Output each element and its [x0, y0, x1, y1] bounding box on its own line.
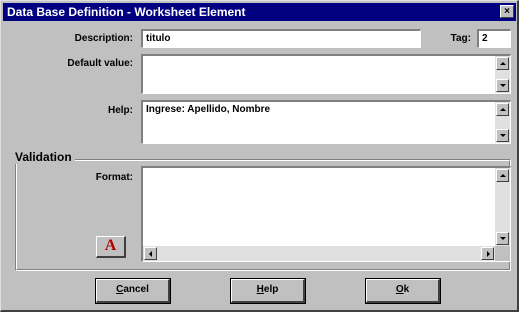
window-title: Data Base Definition - Worksheet Element	[7, 5, 246, 19]
help-input[interactable]: Ingrese: Apellido, Nombre	[141, 100, 511, 144]
font-icon: A	[104, 237, 117, 254]
scroll-down-button[interactable]	[496, 232, 509, 245]
help-button-label: elp	[263, 284, 279, 295]
ok-button-mnemonic: O	[395, 284, 404, 295]
close-button[interactable]: ×	[500, 5, 514, 18]
scroll-left-button[interactable]	[144, 247, 157, 260]
arrow-up-icon	[500, 62, 506, 65]
format-label: Format:	[95, 172, 133, 183]
arrow-down-icon	[500, 237, 506, 240]
help-scrollbar[interactable]	[495, 102, 510, 143]
scroll-up-button[interactable]	[496, 57, 509, 70]
tag-input[interactable]: 2	[477, 29, 511, 48]
format-vertical-scrollbar[interactable]	[495, 168, 510, 246]
help-text: Ingrese: Apellido, Nombre	[146, 104, 271, 115]
dialog-window: Data Base Definition - Worksheet Element…	[0, 0, 519, 312]
ok-button-label: k	[403, 284, 410, 295]
help-label: Help:	[108, 105, 133, 116]
scroll-down-button[interactable]	[496, 79, 509, 92]
font-button[interactable]: A	[96, 236, 126, 258]
scroll-right-button[interactable]	[481, 247, 494, 260]
default-value-input[interactable]	[141, 54, 511, 94]
arrow-up-icon	[500, 174, 506, 177]
scroll-up-button[interactable]	[496, 103, 509, 116]
description-label: Description:	[74, 33, 133, 44]
help-button[interactable]: Help	[230, 278, 306, 304]
format-horizontal-scrollbar[interactable]	[143, 246, 495, 261]
format-input[interactable]	[141, 166, 511, 262]
arrow-down-icon	[500, 134, 506, 137]
arrow-down-icon	[500, 84, 506, 87]
tag-label: Tag:	[450, 33, 471, 44]
default-value-label: Default value:	[67, 58, 133, 69]
title-bar[interactable]: Data Base Definition - Worksheet Element…	[3, 3, 516, 21]
description-input[interactable]: titulo	[141, 29, 421, 48]
close-icon: ×	[504, 6, 510, 17]
cancel-button[interactable]: Cancel	[95, 278, 171, 304]
arrow-left-icon	[149, 251, 152, 257]
scroll-up-button[interactable]	[496, 169, 509, 182]
scroll-corner	[495, 246, 510, 261]
arrow-up-icon	[500, 108, 506, 111]
format-text	[143, 168, 510, 172]
scroll-down-button[interactable]	[496, 129, 509, 142]
ok-button[interactable]: Ok	[365, 278, 441, 304]
validation-group-label: Validation	[12, 150, 75, 164]
arrow-right-icon	[487, 251, 490, 257]
cancel-button-label: ancel	[123, 284, 149, 295]
help-button-mnemonic: H	[256, 284, 264, 295]
default-value-scrollbar[interactable]	[495, 56, 510, 93]
